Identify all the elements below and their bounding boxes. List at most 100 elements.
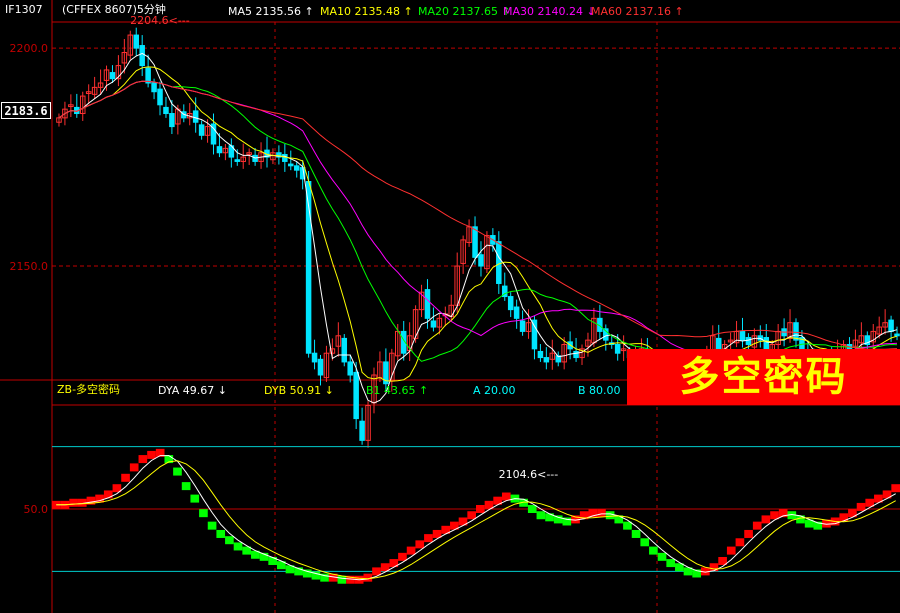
osc-block-up: [415, 540, 425, 549]
osc-block-down: [233, 542, 243, 551]
indicator-b: B 80.00: [578, 384, 621, 397]
osc-block-up: [129, 463, 139, 472]
osc-block-down: [190, 494, 200, 503]
promo-banner: 多空密码: [627, 349, 900, 405]
candle-down: [145, 67, 151, 84]
indicator-name: ZB-多空密码: [57, 383, 121, 396]
candle-down: [894, 333, 900, 337]
candle-down: [157, 88, 163, 106]
candle-down: [513, 306, 520, 319]
osc-tick-label: 50.0: [24, 503, 49, 516]
osc-block-up: [424, 534, 433, 543]
osc-block-down: [216, 529, 226, 538]
candle-down: [430, 320, 437, 328]
osc-block-up: [147, 450, 156, 459]
candle-down: [478, 254, 484, 267]
candle-down: [216, 146, 223, 154]
ma-legend-ma30: MA30 2140.24 ↓: [503, 5, 596, 18]
candle-down: [341, 337, 348, 363]
candle-down: [192, 110, 199, 123]
osc-block-up: [709, 563, 719, 572]
osc-block-up: [467, 511, 476, 520]
price-annotation: 2104.6<---: [499, 468, 559, 481]
candle-down: [763, 337, 770, 350]
osc-block-down: [207, 521, 217, 530]
ma-legend-ma10: MA10 2135.48 ↑: [320, 5, 413, 18]
candle-down: [519, 320, 526, 332]
exchange-period-label: (CFFEX 8607)5分钟: [62, 3, 166, 16]
ma-legend-ma20: MA20 2137.65 ↑: [418, 5, 511, 18]
osc-block-down: [649, 546, 658, 555]
osc-block-down: [545, 513, 554, 522]
osc-block-up: [501, 492, 511, 501]
osc-block-down: [640, 538, 650, 547]
symbol-label: IF1307: [5, 3, 43, 16]
indicator-b1: B1 43.65 ↑: [366, 384, 429, 397]
candle-down: [293, 165, 300, 171]
ma-legend-ma5: MA5 2135.56 ↑: [228, 5, 314, 18]
candle-down: [472, 226, 478, 258]
candle-down: [133, 34, 139, 49]
ma-legend-ma60: MA60 2137.16 ↑: [591, 5, 684, 18]
osc-block-up: [891, 484, 900, 493]
candle-down: [169, 113, 175, 128]
candle-down: [614, 343, 621, 354]
price-tick-label: 2200.0: [10, 42, 49, 55]
osc-block-down: [631, 529, 641, 538]
osc-block-up: [476, 505, 485, 513]
candle-down: [163, 106, 169, 115]
osc-block-up: [121, 473, 130, 482]
candle-down: [715, 337, 722, 350]
osc-block-up: [752, 521, 762, 530]
candle-down: [507, 296, 514, 311]
osc-block-up: [69, 498, 78, 507]
candle-down: [198, 124, 205, 136]
osc-block-up: [372, 567, 381, 576]
candle-down: [543, 357, 550, 363]
candle-down: [359, 420, 365, 441]
current-price-box: 2183.6: [1, 102, 51, 119]
osc-block-up: [597, 509, 606, 518]
ma60-line: [58, 80, 898, 350]
osc-block-down: [181, 482, 191, 491]
candle-down: [347, 361, 353, 376]
candle-down: [311, 352, 318, 363]
osc-block-down: [173, 467, 182, 476]
ma20-line: [58, 80, 898, 362]
osc-block-down: [657, 552, 667, 561]
indicator-dya: DYA 49.67 ↓: [158, 384, 227, 397]
osc-block-down: [536, 511, 546, 520]
candle-down: [537, 350, 544, 359]
osc-block-up: [138, 455, 148, 464]
candle-down: [739, 330, 746, 341]
osc-block-down: [605, 511, 615, 520]
osc-block-down: [527, 505, 537, 513]
candle-down: [531, 319, 538, 350]
osc-block-down: [199, 509, 208, 518]
candle-down: [888, 319, 894, 332]
candle-down: [288, 163, 294, 167]
ma30-line: [58, 80, 898, 356]
candle-down: [496, 241, 502, 284]
candle-down: [151, 82, 157, 93]
candle-down: [109, 72, 116, 80]
osc-block-down: [666, 559, 676, 568]
indicator-a: A 20.00: [473, 384, 516, 397]
osc-block-up: [103, 490, 113, 499]
indicator-dyb: DYB 50.91 ↓: [264, 384, 334, 397]
osc-block-up: [406, 546, 416, 555]
candle-down: [793, 322, 799, 341]
candle-down: [573, 350, 579, 359]
price-tick-label: 2150.0: [10, 260, 49, 273]
osc-block-down: [225, 536, 234, 545]
osc-block-up: [856, 502, 866, 511]
candle-down: [745, 337, 752, 345]
osc-block-up: [735, 538, 745, 547]
candle-down: [282, 153, 288, 162]
osc-block-up: [761, 515, 771, 524]
candle-down: [234, 159, 241, 162]
osc-block-down: [337, 575, 347, 584]
osc-block-up: [398, 552, 407, 561]
chart-canvas: 2200.02150.02204.6<---2104.6<---2143.821…: [0, 0, 900, 613]
osc-block-up: [770, 511, 779, 520]
